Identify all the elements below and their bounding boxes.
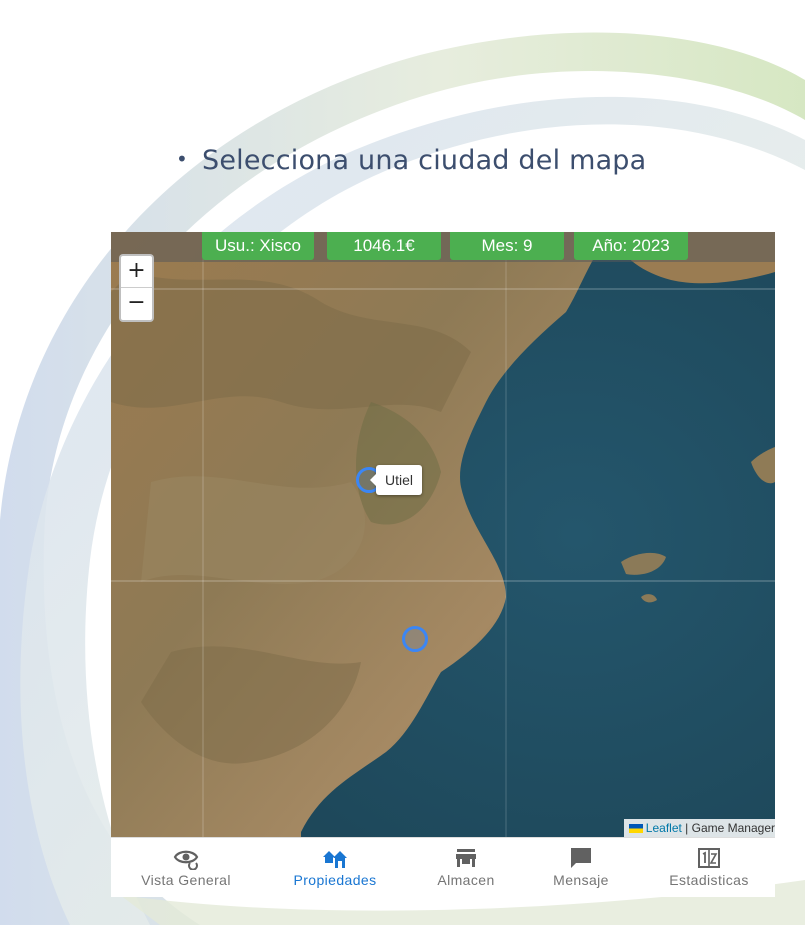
bullet-label: Selecciona una ciudad del mapa xyxy=(202,145,647,176)
nav-label-propiedades: Propiedades xyxy=(293,872,377,888)
phone-app-screen: Usu.: Xisco 1046.1€ Mes: 9 Año: 2023 + −… xyxy=(111,232,775,897)
city-marker[interactable] xyxy=(402,626,428,652)
map-attribution: Leaflet | Game Manager xyxy=(623,819,775,837)
ukraine-flag-icon xyxy=(628,824,643,833)
satellite-terrain xyxy=(111,232,775,837)
user-badge: Usu.: Xisco xyxy=(202,232,314,260)
nav-mensaje[interactable]: Mensaje xyxy=(516,846,646,888)
zoom-in-button[interactable]: + xyxy=(121,256,152,288)
bullet-dot: • xyxy=(176,147,188,171)
nav-label-almacen: Almacen xyxy=(437,872,495,888)
nav-propiedades[interactable]: Propiedades xyxy=(270,846,400,888)
nav-vista-general[interactable]: Vista General xyxy=(121,846,251,888)
year-badge: Año: 2023 xyxy=(574,232,688,260)
nav-label-vista-general: Vista General xyxy=(141,872,231,888)
message-icon xyxy=(571,848,591,868)
nav-label-estadisticas: Estadisticas xyxy=(669,872,749,888)
scoreboard-icon xyxy=(698,848,720,868)
leaflet-link[interactable]: Leaflet xyxy=(646,821,682,835)
store-icon xyxy=(456,849,476,867)
month-badge: Mes: 9 xyxy=(450,232,564,260)
leaflet-map[interactable]: Usu.: Xisco 1046.1€ Mes: 9 Año: 2023 + −… xyxy=(111,232,775,837)
nav-almacen[interactable]: Almacen xyxy=(401,846,531,888)
houses-icon xyxy=(323,851,347,868)
slide-bullet-text: • Selecciona una ciudad del mapa xyxy=(176,145,646,176)
money-badge: 1046.1€ xyxy=(327,232,441,260)
nav-label-mensaje: Mensaje xyxy=(553,872,609,888)
eye-refresh-icon xyxy=(173,850,199,870)
attribution-text: Game Manager xyxy=(691,821,775,835)
city-tooltip: Utiel xyxy=(369,465,423,495)
attribution-separator: | xyxy=(681,821,692,835)
zoom-out-button[interactable]: − xyxy=(121,288,152,320)
nav-estadisticas[interactable]: Estadisticas xyxy=(644,846,774,888)
bottom-navigation: Vista General Propiedades Almacen Mensaj… xyxy=(111,837,775,897)
zoom-control: + − xyxy=(119,254,154,322)
